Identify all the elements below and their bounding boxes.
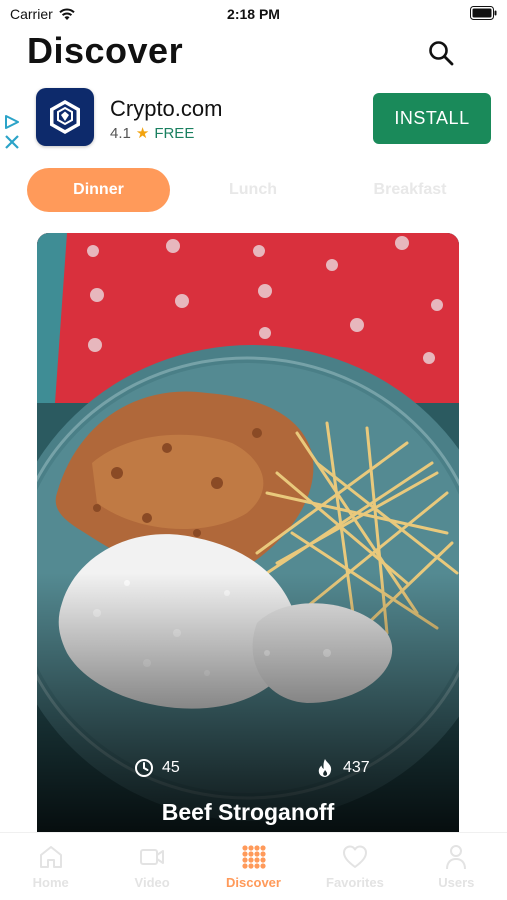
home-icon: [39, 846, 62, 868]
clock-icon: [135, 759, 153, 777]
tab-bar-users[interactable]: Users: [406, 833, 507, 900]
tab-bar-favorites[interactable]: Favorites: [304, 833, 405, 900]
tab-bar-label: Users: [438, 875, 475, 890]
search-icon[interactable]: [427, 39, 455, 67]
ad-banner[interactable]: Crypto.com 4.1 ★ FREE INSTALL: [0, 84, 507, 154]
calories-value: 437: [343, 759, 370, 776]
tab-bar-discover[interactable]: Discover: [203, 833, 304, 900]
tab-bar-label: Video: [134, 875, 170, 890]
recipe-card[interactable]: 45 437 Beef Stroganoff: [37, 233, 459, 833]
tab-bar-label: Discover: [226, 875, 281, 890]
video-icon: [140, 849, 165, 865]
card-gradient: [37, 573, 459, 833]
battery-icon: [470, 6, 497, 20]
tab-bar: Home Video Discover Favorites Users: [0, 832, 507, 900]
install-button[interactable]: INSTALL: [373, 93, 491, 144]
heart-icon: [342, 845, 367, 868]
page-title: Discover: [27, 30, 184, 71]
ad-app-name[interactable]: Crypto.com: [110, 96, 222, 122]
prep-time: 45: [134, 758, 180, 778]
ad-price: FREE: [154, 124, 195, 142]
recipe-title[interactable]: Beef Stroganoff: [37, 799, 459, 826]
tab-bar-video[interactable]: Video: [101, 833, 202, 900]
status-bar: Carrier 2:18 PM: [0, 0, 507, 28]
app-logo[interactable]: [36, 88, 94, 146]
tab-bar-home[interactable]: Home: [0, 833, 101, 900]
tab-bar-label: Home: [32, 875, 69, 890]
tab-bar-label: Favorites: [326, 875, 384, 890]
grid-icon: [241, 845, 266, 869]
crypto-logo-icon: [50, 100, 80, 134]
calories: 437: [315, 758, 370, 778]
category-tabs: Dinner Lunch Breakfast: [0, 168, 507, 212]
user-icon: [446, 845, 467, 870]
tab-lunch[interactable]: Lunch: [188, 168, 318, 212]
ad-rating: 4.1: [110, 124, 131, 142]
flame-icon: [318, 759, 332, 777]
tab-dinner[interactable]: Dinner: [27, 168, 170, 212]
ad-meta: 4.1 ★ FREE: [110, 124, 195, 143]
ad-choices-icon[interactable]: [3, 112, 21, 152]
star-icon: ★: [135, 125, 150, 142]
header: Discover: [0, 28, 507, 78]
tab-breakfast[interactable]: Breakfast: [340, 168, 480, 212]
status-time: 2:18 PM: [227, 6, 280, 22]
prep-time-value: 45: [162, 759, 180, 776]
